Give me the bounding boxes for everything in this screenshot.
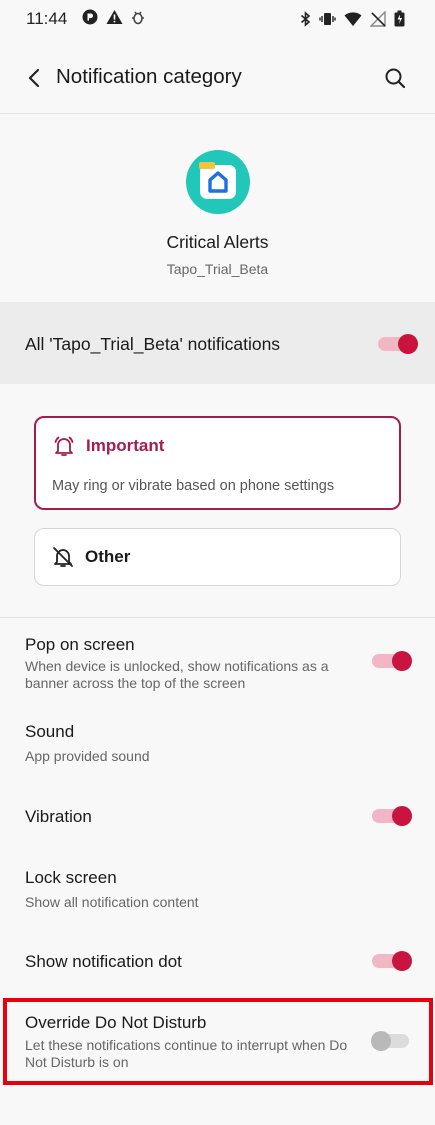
wifi-icon	[344, 11, 362, 26]
app-icon-inner	[199, 165, 236, 199]
app-notification-icon	[82, 9, 98, 25]
setting-sound[interactable]: Sound App provided sound	[0, 712, 435, 772]
setting-notification-dot[interactable]: Show notification dot	[0, 937, 435, 987]
app-header: Critical Alerts Tapo_Trial_Beta	[0, 150, 435, 277]
other-title: Other	[85, 547, 131, 566]
important-description: May ring or vibrate based on phone setti…	[52, 478, 335, 494]
setting-lock-screen[interactable]: Lock screen Show all notification conten…	[0, 858, 435, 918]
search-icon	[385, 68, 406, 89]
toggle-thumb	[398, 334, 418, 354]
toggle-thumb	[392, 806, 412, 826]
toggle-thumb	[392, 651, 412, 671]
toggle-thumb	[392, 951, 412, 971]
pop-on-screen-toggle[interactable]	[372, 648, 412, 672]
setting-subtitle: Show all notification content	[25, 894, 199, 910]
beta-badge	[198, 162, 215, 169]
status-bar: 11:44	[0, 0, 435, 38]
importance-other-card[interactable]: Other	[34, 528, 401, 586]
warning-icon	[106, 10, 123, 24]
no-signal-icon	[370, 10, 386, 27]
setting-override-dnd[interactable]: Override Do Not Disturb Let these notifi…	[0, 1003, 435, 1081]
setting-title: Pop on screen	[25, 635, 135, 654]
back-button[interactable]	[18, 60, 50, 96]
vibrate-icon	[319, 12, 336, 25]
divider	[0, 617, 435, 618]
vibration-toggle[interactable]	[372, 803, 412, 827]
bell-ringing-icon	[54, 436, 74, 456]
home-icon	[207, 171, 228, 193]
status-right-icons	[300, 10, 405, 27]
search-button[interactable]	[377, 60, 413, 96]
app-icon	[185, 150, 250, 214]
setting-subtitle: App provided sound	[25, 748, 150, 764]
bug-icon	[132, 11, 144, 25]
setting-title: Lock screen	[25, 868, 117, 887]
setting-title: Show notification dot	[25, 952, 182, 971]
setting-pop-on-screen[interactable]: Pop on screen When device is unlocked, s…	[0, 622, 435, 702]
important-title-row: Important	[52, 434, 164, 458]
bluetooth-icon	[300, 10, 311, 27]
all-notifications-label: All 'Tapo_Trial_Beta' notifications	[25, 334, 281, 354]
setting-vibration[interactable]: Vibration	[0, 792, 435, 842]
important-title: Important	[86, 436, 165, 455]
toggle-thumb	[371, 1031, 391, 1051]
notification-category-screen: 11:44 Notification category Critical Ale…	[0, 0, 435, 1125]
battery-icon	[394, 10, 405, 27]
setting-title: Override Do Not Disturb	[25, 1013, 207, 1032]
app-bar: Notification category	[0, 48, 435, 108]
status-left-icons	[82, 9, 145, 25]
status-time: 11:44	[26, 9, 68, 28]
bell-off-icon	[53, 547, 73, 567]
page-title: Notification category	[56, 65, 242, 88]
notification-dot-toggle[interactable]	[372, 948, 412, 972]
setting-title: Vibration	[25, 807, 92, 826]
back-arrow-icon	[28, 68, 40, 88]
other-title-row: Other	[51, 545, 130, 569]
setting-subtitle: When device is unlocked, show notificati…	[25, 658, 329, 691]
all-notifications-toggle[interactable]	[378, 331, 418, 355]
all-notifications-row[interactable]: All 'Tapo_Trial_Beta' notifications	[0, 302, 435, 384]
setting-title: Sound	[25, 722, 75, 741]
app-name: Tapo_Trial_Beta	[166, 261, 269, 277]
setting-subtitle: Let these notifications continue to inte…	[25, 1037, 348, 1070]
override-dnd-toggle[interactable]	[371, 1028, 409, 1052]
divider	[0, 113, 435, 114]
importance-important-card[interactable]: Important May ring or vibrate based on p…	[34, 416, 401, 510]
channel-name: Critical Alerts	[166, 232, 269, 252]
